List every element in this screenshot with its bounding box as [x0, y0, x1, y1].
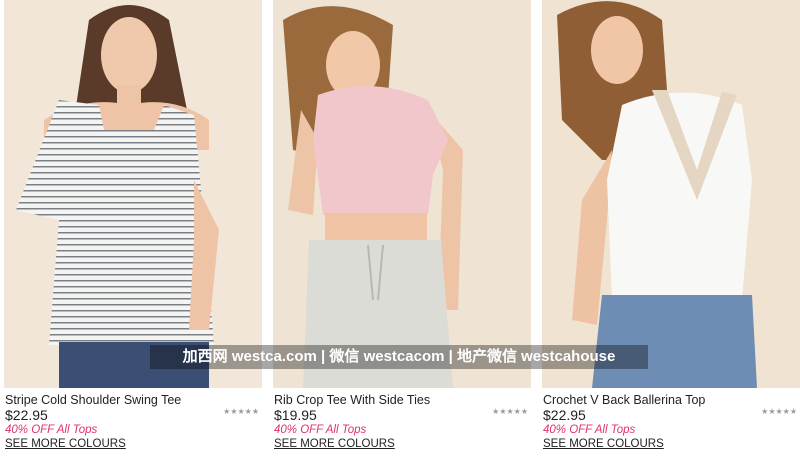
product-image-rib-crop-tee[interactable]: [273, 0, 531, 388]
rating-stars-icon: ★★★★★: [223, 407, 259, 416]
promo-label: 40% OFF All Tops: [543, 424, 636, 436]
product-image-stripe-tee[interactable]: [4, 0, 262, 388]
product-image-crochet-top[interactable]: [542, 0, 800, 388]
product-card-stripe-tee: Stripe Cold Shoulder Swing Tee $22.95 ★★…: [4, 0, 262, 463]
promo-label: 40% OFF All Tops: [274, 424, 367, 436]
see-more-colours-link[interactable]: SEE MORE COLOURS: [543, 438, 664, 450]
product-card-rib-crop-tee: Rib Crop Tee With Side Ties $19.95 ★★★★★…: [273, 0, 531, 463]
see-more-colours-link[interactable]: SEE MORE COLOURS: [5, 438, 126, 450]
product-name[interactable]: Crochet V Back Ballerina Top: [543, 393, 705, 407]
rating-stars-icon: ★★★★★: [492, 407, 528, 416]
product-name[interactable]: Rib Crop Tee With Side Ties: [274, 393, 430, 407]
product-price: $19.95: [274, 407, 317, 423]
promo-label: 40% OFF All Tops: [5, 424, 98, 436]
rating-stars-icon: ★★★★★: [761, 407, 797, 416]
watermark-banner: 加西网 westca.com | 微信 westcacom | 地产微信 wes…: [150, 345, 648, 369]
product-price: $22.95: [543, 407, 586, 423]
product-price: $22.95: [5, 407, 48, 423]
product-grid: Stripe Cold Shoulder Swing Tee $22.95 ★★…: [0, 0, 800, 463]
product-name[interactable]: Stripe Cold Shoulder Swing Tee: [5, 393, 181, 407]
product-card-crochet-top: Crochet V Back Ballerina Top $22.95 ★★★★…: [542, 0, 800, 463]
see-more-colours-link[interactable]: SEE MORE COLOURS: [274, 438, 395, 450]
